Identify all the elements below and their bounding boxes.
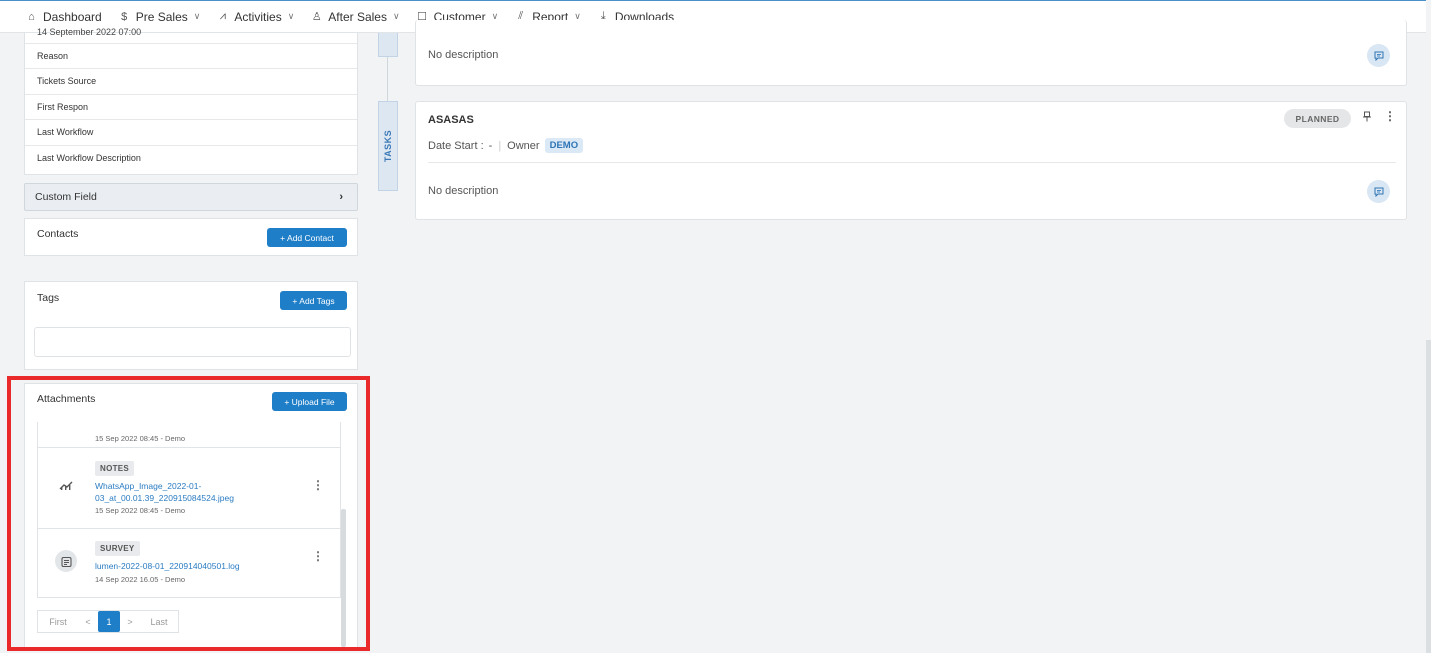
info-row-last-workflow-description: Last Workflow Description (25, 145, 357, 170)
add-tags-button[interactable]: + Add Tags (280, 291, 347, 310)
chevron-down-icon: ∨ (392, 11, 400, 21)
owner-chip: DEMO (544, 138, 584, 153)
chevron-down-icon: ∨ (287, 11, 295, 21)
attachment-menu-icon[interactable]: ⋮ (312, 478, 324, 492)
nav-activities[interactable]: ⩘ Activities ∨ (217, 9, 295, 24)
attachments-scrollbar[interactable] (341, 509, 346, 647)
tags-title: Tags (37, 292, 60, 304)
home-icon: ⌂ (28, 10, 35, 23)
attachment-meta: 15 Sep 2022 08:45 - Demo (95, 506, 186, 515)
nav-dashboard-label: Dashboard (43, 9, 102, 24)
calendar-icon (55, 550, 77, 572)
pagination-prev[interactable]: < (78, 611, 98, 632)
attachment-item: 15 Sep 2022 08:45 - Demo (38, 422, 340, 448)
chart-icon (55, 474, 77, 496)
comment-button[interactable] (1367, 180, 1390, 203)
task-title[interactable]: ASASAS (428, 114, 474, 126)
comment-icon (1374, 51, 1383, 61)
pagination-page-1[interactable]: 1 (98, 611, 120, 632)
date-start-value: - (488, 139, 493, 152)
contacts-title: Contacts (37, 228, 79, 240)
pin-icon[interactable] (1362, 111, 1372, 125)
info-row-tickets-source: Tickets Source (25, 68, 357, 93)
owner-label: Owner (507, 139, 540, 152)
page-scrollbar[interactable] (1426, 340, 1431, 653)
attachment-type-badge: NOTES (95, 461, 135, 476)
attachment-meta: 15 Sep 2022 08:45 - Demo (95, 434, 186, 443)
add-contact-button[interactable]: + Add Contact (267, 228, 347, 247)
chevron-right-icon: › (339, 191, 343, 203)
attachment-filename-link[interactable]: WhatsApp_Image_2022-01-03_at_00.01.39_22… (95, 480, 255, 504)
upload-file-button[interactable]: + Upload File (272, 392, 347, 411)
more-options-icon[interactable]: ⋮ (1384, 109, 1396, 123)
attachments-pagination: First < 1 > Last (37, 610, 179, 633)
nav-after-sales-label: After Sales (328, 9, 387, 24)
comment-button[interactable] (1367, 44, 1390, 67)
tags-panel: Tags + Add Tags (24, 281, 358, 370)
comment-icon (1374, 187, 1383, 197)
pagination-next[interactable]: > (120, 611, 140, 632)
attachment-menu-icon[interactable]: ⋮ (312, 549, 324, 563)
custom-field-label: Custom Field (35, 191, 97, 203)
timeline-tab-tasks: TASKS (378, 101, 398, 191)
attachment-type-badge: SURVEY (95, 541, 140, 556)
nav-after-sales[interactable]: ♙ After Sales ∨ (311, 9, 400, 24)
chevron-down-icon: ∨ (193, 11, 201, 21)
nav-dashboard[interactable]: ⌂ Dashboard (26, 10, 102, 24)
attachments-panel: Attachments + Upload File 15 Sep 2022 08… (24, 383, 358, 651)
nav-pre-sales[interactable]: $ Pre Sales ∨ (119, 9, 201, 24)
attachment-item: NOTES WhatsApp_Image_2022-01-03_at_00.01… (38, 448, 340, 529)
pagination-first[interactable]: First (38, 611, 78, 632)
timeline-tab (378, 33, 398, 57)
attachment-filename-link[interactable]: lumen-2022-08-01_220914040501.log (95, 560, 295, 572)
nav-pre-sales-label: Pre Sales (135, 9, 188, 24)
attachments-title: Attachments (37, 393, 96, 405)
custom-field-toggle[interactable]: Custom Field › (24, 183, 358, 211)
activity-card: No description (415, 20, 1407, 86)
activity-description: No description (428, 185, 499, 197)
attachment-meta: 14 Sep 2022 16.05 - Demo (95, 575, 186, 584)
nav-activities-label: Activities (234, 9, 282, 24)
meta-separator: | (498, 139, 502, 152)
tags-input[interactable] (34, 327, 351, 357)
pagination-last[interactable]: Last (140, 611, 178, 632)
attachments-list[interactable]: 15 Sep 2022 08:45 - Demo NOTES WhatsApp_… (37, 422, 341, 598)
info-row-first-respon: First Respon (25, 94, 357, 119)
status-badge: PLANNED (1284, 109, 1351, 128)
info-row-last-workflow: Last Workflow (25, 119, 357, 144)
divider (428, 162, 1396, 163)
activity-icon: ⩘ (219, 10, 226, 22)
task-meta: Date Start : - | Owner DEMO (428, 138, 584, 153)
attachment-item: SURVEY lumen-2022-08-01_220914040501.log… (38, 529, 340, 598)
task-card: ASASAS Date Start : - | Owner DEMO PLANN… (415, 101, 1407, 220)
info-row-reason: Reason (25, 43, 357, 68)
ticket-info-card: 14 September 2022 07:00 Reason Tickets S… (24, 27, 358, 175)
activity-description: No description (428, 49, 499, 61)
info-date: 14 September 2022 07:00 (37, 27, 142, 37)
contacts-panel: Contacts + Add Contact (24, 218, 358, 256)
users-icon: ♙ (311, 11, 322, 23)
date-start-label: Date Start : (428, 139, 484, 152)
timeline-tab-label: TASKS (383, 129, 393, 163)
dollar-icon: $ (121, 10, 128, 23)
